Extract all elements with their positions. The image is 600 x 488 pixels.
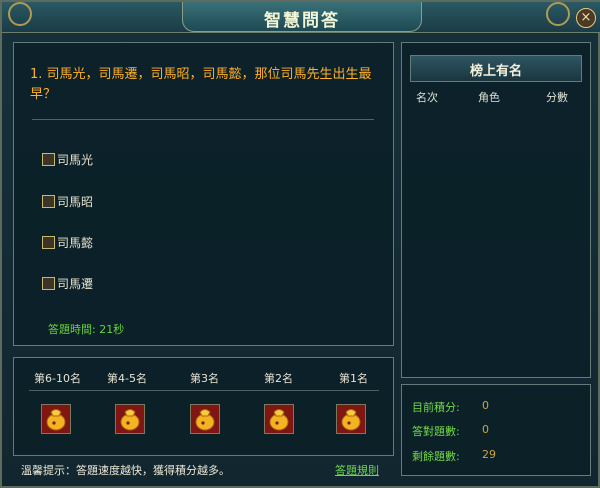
gold-pouch-icon bbox=[120, 409, 140, 431]
reward-item-tier-4[interactable] bbox=[264, 404, 294, 434]
gold-pouch-icon bbox=[195, 409, 215, 431]
option-3[interactable]: 司馬懿 bbox=[42, 234, 93, 250]
window-title: 智慧問答 bbox=[264, 11, 340, 31]
ranking-header: 榜上有名 bbox=[410, 55, 582, 82]
reward-tier-label: 第1名 bbox=[339, 372, 368, 385]
reward-tier-label: 第2名 bbox=[264, 372, 293, 385]
checkbox-option-3[interactable] bbox=[42, 235, 55, 249]
option-2[interactable]: 司馬昭 bbox=[42, 193, 93, 209]
option-4[interactable]: 司馬遷 bbox=[42, 275, 93, 291]
question-panel: 1. 司馬光，司馬遷，司馬昭，司馬懿，那位司馬先生出生最早？ 司馬光 司馬昭 司… bbox=[13, 42, 394, 346]
checkbox-option-4[interactable] bbox=[42, 276, 55, 290]
stat-value: 29 bbox=[482, 448, 496, 461]
option-label: 司馬昭 bbox=[57, 194, 94, 209]
option-label: 司馬光 bbox=[57, 152, 94, 167]
stats-panel: 目前積分: 0 答對題數: 0 剩餘題數: 29 bbox=[401, 384, 591, 476]
rewards-panel: 第6-10名 第4-5名 第3名 第2名 第1名 bbox=[13, 357, 394, 456]
reward-divider bbox=[29, 390, 379, 391]
gold-pouch-icon bbox=[341, 409, 361, 431]
reward-item-tier-3[interactable] bbox=[190, 404, 220, 434]
option-1[interactable]: 司馬光 bbox=[42, 151, 93, 167]
title-plate: 智慧問答 bbox=[182, 2, 422, 32]
quiz-window: 智慧問答 × 1. 司馬光，司馬遷，司馬昭，司馬懿，那位司馬先生出生最早？ 司馬… bbox=[0, 0, 600, 488]
reward-item-tier-1[interactable] bbox=[41, 404, 71, 434]
stat-value: 0 bbox=[482, 423, 489, 436]
stat-correct-answers: 答對題數: 0 bbox=[412, 423, 580, 439]
reward-tier-label: 第4-5名 bbox=[107, 372, 147, 385]
answer-time: 答題時間: 21秒 bbox=[48, 323, 125, 336]
option-label: 司馬遷 bbox=[57, 276, 94, 291]
title-bar: 智慧問答 × bbox=[2, 2, 600, 33]
ranking-columns: 名次 角色 分數 bbox=[410, 89, 582, 107]
ranking-column-rank: 名次 bbox=[416, 91, 438, 104]
reward-item-tier-2[interactable] bbox=[115, 404, 145, 434]
rules-link[interactable]: 答題規則 bbox=[335, 462, 379, 478]
ranking-panel: 榜上有名 名次 角色 分數 bbox=[401, 42, 591, 378]
left-corner-ornament-icon bbox=[8, 2, 32, 26]
ranking-column-role: 角色 bbox=[478, 91, 500, 104]
stat-label: 剩餘題數: bbox=[412, 450, 460, 463]
question-text: 1. 司馬光，司馬遷，司馬昭，司馬懿，那位司馬先生出生最早？ bbox=[30, 67, 372, 102]
close-button[interactable]: × bbox=[576, 8, 596, 28]
reward-tier-label: 第3名 bbox=[190, 372, 219, 385]
ranking-column-score: 分數 bbox=[546, 91, 568, 104]
checkbox-option-2[interactable] bbox=[42, 194, 55, 208]
ranking-title: 榜上有名 bbox=[469, 64, 522, 79]
stat-remaining-questions: 剩餘題數: 29 bbox=[412, 448, 580, 464]
reward-tier-label: 第6-10名 bbox=[34, 372, 81, 385]
reward-item-tier-5[interactable] bbox=[336, 404, 366, 434]
checkbox-option-1[interactable] bbox=[42, 152, 55, 166]
stat-label: 答對題數: bbox=[412, 425, 460, 438]
option-label: 司馬懿 bbox=[57, 235, 94, 250]
close-icon: × bbox=[580, 10, 592, 25]
stat-value: 0 bbox=[482, 399, 489, 412]
question-divider bbox=[32, 119, 374, 120]
gold-pouch-icon bbox=[269, 409, 289, 431]
right-corner-ornament-icon bbox=[546, 2, 570, 26]
tip-text: 溫馨提示：答題速度越快，獲得積分越多。 bbox=[21, 464, 230, 477]
gold-pouch-icon bbox=[46, 409, 66, 431]
stat-label: 目前積分: bbox=[412, 401, 460, 414]
stat-current-points: 目前積分: 0 bbox=[412, 399, 580, 415]
